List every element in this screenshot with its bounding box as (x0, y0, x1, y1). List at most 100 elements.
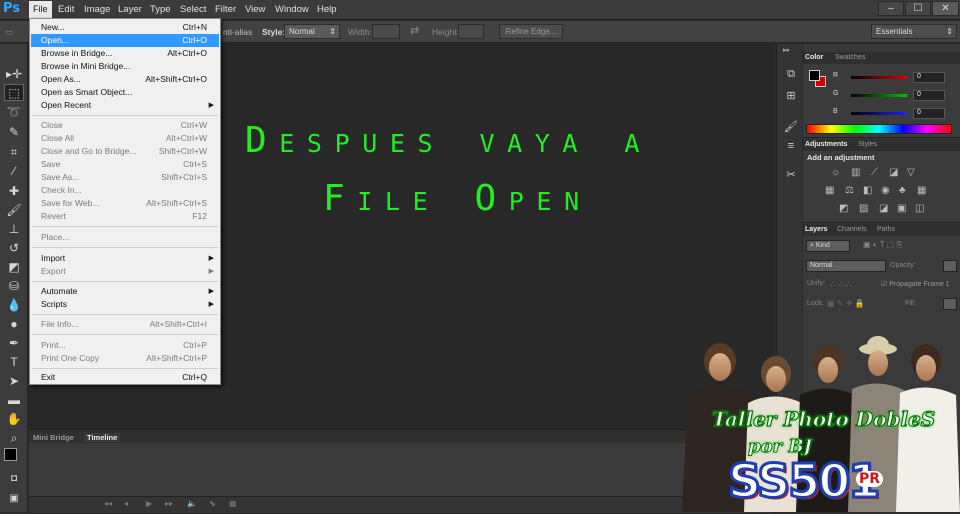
tab-swatches[interactable]: Swatches (835, 54, 865, 61)
menu-item-save[interactable]: Save Ctrl+S (31, 158, 219, 171)
pen-tool-icon[interactable]: ✒ (4, 335, 24, 352)
hand-tool-icon[interactable]: ✋ (4, 411, 24, 428)
height-field[interactable] (458, 24, 484, 39)
tab-styles[interactable]: Styles (858, 141, 877, 148)
opacity-field[interactable] (943, 260, 957, 272)
tab-color[interactable]: Color (805, 54, 823, 61)
quick-select-icon[interactable]: ✎ (4, 124, 24, 141)
restore-button[interactable]: ☐ (905, 1, 931, 16)
menu-item-place[interactable]: Place... (31, 231, 219, 244)
menu-item-browse-in-bridge[interactable]: Browse in Bridge... Alt+Ctrl+O (31, 47, 219, 60)
type-tool-icon[interactable]: T (4, 354, 24, 371)
eyedropper-icon[interactable]: ⁄ (4, 163, 24, 180)
width-field[interactable] (372, 24, 400, 39)
menu-item-scripts[interactable]: Scripts ▶ (31, 298, 219, 311)
menu-item-open-recent[interactable]: Open Recent ▶ (31, 99, 219, 112)
hue-saturation-icon[interactable]: ▦ (825, 185, 834, 196)
eraser-icon[interactable]: ◩ (4, 259, 24, 276)
refine-edge-button[interactable]: Refine Edge... (499, 24, 563, 39)
gradient-map-icon[interactable]: ▣ (897, 203, 906, 214)
menu-item-save-as[interactable]: Save As... Shift+Ctrl+S (31, 171, 219, 184)
screen-mode-icon[interactable]: ▣ (4, 490, 24, 507)
red-slider-row[interactable]: R 0 (807, 72, 957, 84)
tab-adjustments[interactable]: Adjustments (805, 141, 847, 148)
tool-presets-icon[interactable]: ✂ (783, 168, 799, 182)
tab-mini-bridge[interactable]: Mini Bridge (33, 433, 74, 442)
menu-item-close-all[interactable]: Close All Alt+Ctrl+W (31, 132, 219, 145)
first-frame-icon[interactable]: ◂◂ (104, 499, 112, 508)
color-lookup-icon[interactable]: ▦ (917, 185, 926, 196)
quick-mask-icon[interactable]: ◘ (4, 470, 24, 487)
crop-tool-icon[interactable]: ⌗ (4, 144, 24, 161)
menu-type[interactable]: Type (150, 4, 171, 15)
brightness-icon[interactable]: ☼ (831, 167, 840, 178)
transition-icon[interactable]: ⬊ (209, 499, 216, 508)
previous-frame-icon[interactable]: ◂ (124, 499, 128, 508)
brush-panel-icon[interactable]: 🖌 (783, 120, 799, 134)
history-panel-icon[interactable]: ⧉ (783, 68, 799, 82)
menu-item-automate[interactable]: Automate ▶ (31, 285, 219, 298)
color-balance-icon[interactable]: ⚖ (845, 185, 854, 196)
blue-value[interactable]: 0 (913, 108, 945, 119)
tab-channels[interactable]: Channels (837, 226, 867, 233)
menu-item-import[interactable]: Import ▶ (31, 252, 219, 265)
menu-item-save-for-web[interactable]: Save for Web... Alt+Shift+Ctrl+S (31, 197, 219, 210)
menu-item-browse-in-mini-bridge[interactable]: Browse in Mini Bridge... (31, 60, 219, 73)
style-dropdown[interactable]: Normal ⇕ (284, 24, 340, 39)
channel-mixer-icon[interactable]: ♣ (899, 185, 906, 196)
anti-alias-checkbox[interactable]: nti-alias (223, 27, 252, 37)
exposure-icon[interactable]: ◪ (889, 167, 898, 178)
menu-item-open[interactable]: Open... Ctrl+O (31, 34, 219, 47)
menu-help[interactable]: Help (317, 4, 337, 15)
levels-icon[interactable]: ▥ (851, 167, 860, 178)
menu-item-print[interactable]: Print... Ctrl+P (31, 339, 219, 352)
menu-item-close[interactable]: Close Ctrl+W (31, 119, 219, 132)
posterize-icon[interactable]: ▨ (859, 203, 868, 214)
audio-icon[interactable]: 🔈 (187, 499, 197, 508)
swap-icon[interactable]: ⇄ (410, 24, 419, 37)
green-slider-row[interactable]: G 0 (807, 90, 957, 102)
properties-panel-icon[interactable]: ⊞ (783, 89, 799, 103)
unify-icons[interactable]: ⛬ ⛬ ⛬ (830, 279, 851, 289)
play-icon[interactable]: ▶ (146, 499, 152, 508)
tab-timeline[interactable]: Timeline (84, 433, 121, 442)
tab-paths[interactable]: Paths (877, 226, 895, 233)
zoom-tool-icon[interactable]: ⌕ (4, 430, 24, 447)
menu-window[interactable]: Window (275, 4, 309, 15)
move-tool-icon[interactable]: ▸✛ (4, 66, 24, 83)
layer-filter-icons[interactable]: ▣ ◐ T ⬚ ⎘ (863, 240, 903, 250)
rectangle-tool-icon[interactable]: ▬ (4, 392, 24, 409)
blend-mode-dropdown[interactable]: Normal (806, 260, 886, 272)
marquee-options-icon[interactable]: ▭ (5, 27, 13, 38)
blur-tool-icon[interactable]: 💧 (4, 297, 24, 314)
color-foreground[interactable] (809, 70, 820, 81)
close-button[interactable]: ✕ (932, 1, 959, 16)
vibrance-icon[interactable]: ▽ (907, 167, 915, 178)
healing-brush-icon[interactable]: ✚ (4, 183, 24, 200)
foreground-color-swatch[interactable] (4, 448, 17, 461)
red-value[interactable]: 0 (913, 72, 945, 83)
menu-item-print-one-copy[interactable]: Print One Copy Alt+Shift+Ctrl+P (31, 352, 219, 365)
photo-filter-icon[interactable]: ◉ (881, 185, 890, 196)
blue-slider-row[interactable]: B 0 (807, 108, 957, 120)
clone-stamp-icon[interactable]: ⊥ (4, 221, 24, 238)
menu-layer[interactable]: Layer (118, 4, 142, 15)
workspace-dropdown[interactable]: Essentials ⇕ (871, 24, 957, 39)
collapse-icon[interactable]: ▸▸ (783, 46, 790, 54)
menu-item-open-as[interactable]: Open As... Alt+Shift+Ctrl+O (31, 73, 219, 86)
brush-tool-icon[interactable]: 🖌 (4, 202, 24, 219)
invert-icon[interactable]: ◩ (839, 203, 848, 214)
convert-icon[interactable]: ▦ (229, 499, 237, 508)
threshold-icon[interactable]: ◪ (879, 203, 888, 214)
menu-item-close-and-go-to-bridge[interactable]: Close and Go to Bridge... Shift+Ctrl+W (31, 145, 219, 158)
menu-item-exit[interactable]: Exit Ctrl+Q (31, 371, 219, 384)
path-select-icon[interactable]: ➤ (4, 373, 24, 390)
color-spectrum[interactable] (806, 124, 952, 134)
black-white-icon[interactable]: ◧ (863, 185, 872, 196)
lasso-tool-icon[interactable]: ➰ (4, 104, 24, 121)
menu-select[interactable]: Select (180, 4, 206, 15)
menu-item-check-in[interactable]: Check In... (31, 184, 219, 197)
menu-edit[interactable]: Edit (58, 4, 74, 15)
layer-kind-filter[interactable]: ⌕ Kind (806, 240, 850, 252)
tab-layers[interactable]: Layers (805, 226, 828, 233)
